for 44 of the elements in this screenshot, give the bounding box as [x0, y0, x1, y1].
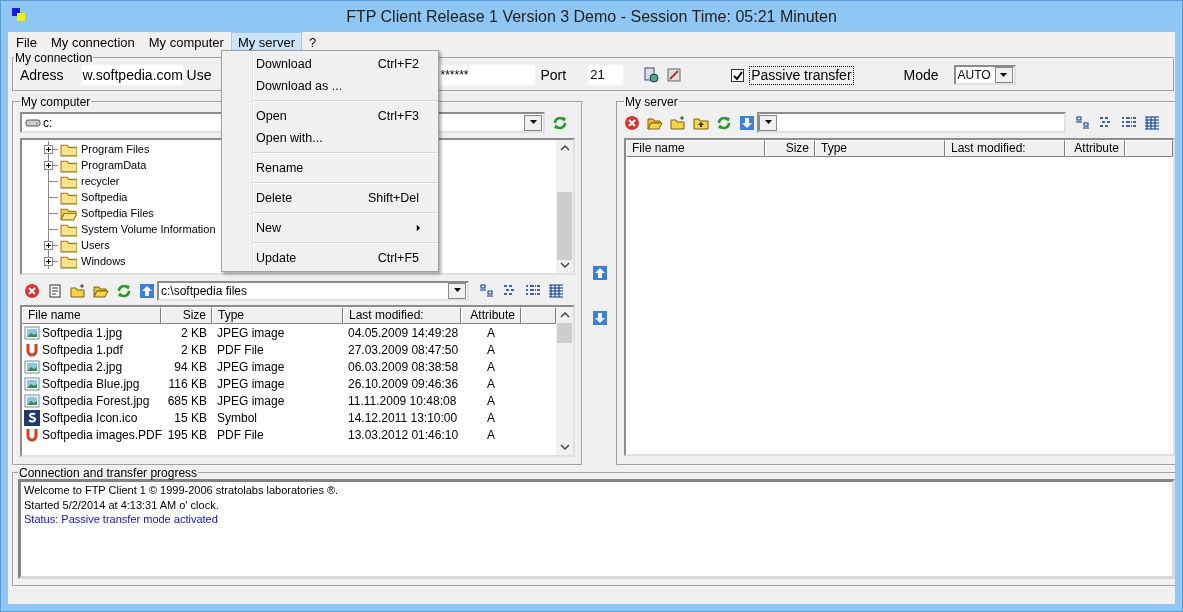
table-cell-text: 13.03.2012 01:46:10: [347, 427, 460, 442]
table-cell-text: 2 KB: [180, 325, 208, 340]
table-cell-text: A: [486, 393, 496, 408]
group-label: Connection and transfer progress: [18, 467, 199, 479]
field-label: Port: [540, 67, 567, 83]
table-cell-text: 04.05.2009 14:49:28: [347, 325, 460, 340]
field-label: Mode: [903, 67, 939, 83]
log-line: Welcome to FTP Client 1 © 1999-2006 stratolabs laboratories ®.: [24, 483, 340, 498]
table-cell-text: 26.10.2009 09:46:36: [347, 376, 460, 391]
group-label: My computer: [20, 96, 92, 108]
table-cell-text: 2 KB: [180, 342, 208, 357]
table-cell-text: 11.11.2009 10:48:08: [347, 393, 458, 408]
table-cell-text: 27.03.2009 08:47:50: [347, 342, 460, 357]
table-cell-text: PDF File: [216, 427, 265, 442]
table-cell-text: 15 KB: [173, 410, 208, 425]
table-cell-text: A: [486, 325, 496, 340]
group-label: My server: [624, 96, 679, 108]
field-label: Use: [186, 67, 212, 83]
table-cell-text: JPEG image: [216, 325, 286, 340]
window-title: FTP Client Release 1 Version 3 Demo - Session Time: 05:21 Minuten: [346, 7, 837, 26]
table-cell-text: 94 KB: [173, 359, 208, 374]
table-cell-text: A: [486, 376, 496, 391]
table-cell-text: A: [486, 410, 496, 425]
field-label: Adress: [20, 67, 64, 83]
table-cell-text: A: [486, 342, 496, 357]
log-line: Started 5/2/2014 at 4:13:31 AM o' clock.: [24, 497, 220, 512]
table-cell-text: 116 KB: [167, 376, 208, 391]
table-cell-text: JPEG image: [216, 393, 286, 408]
shortcut-label: Shift+Del: [367, 190, 419, 207]
table-cell-text: A: [486, 359, 496, 374]
log-line: Status: Passive transfer mode activated: [24, 512, 219, 527]
shortcut-label: Ctrl+F2: [377, 56, 419, 73]
table-cell-text: PDF File: [216, 342, 265, 357]
table-cell-text: JPEG image: [216, 359, 286, 374]
table-cell-text: 195 KB: [166, 427, 208, 442]
group-label: My connection: [14, 52, 94, 64]
table-cell-text: 685 KB: [166, 393, 208, 408]
table-cell-text: 14.12.2011 13:10:00: [347, 410, 459, 425]
shortcut-label: Ctrl+F3: [377, 108, 419, 125]
table-cell-text: JPEG image: [216, 376, 286, 391]
shortcut-label: Ctrl+F5: [377, 250, 419, 267]
table-cell-text: Symbol: [216, 410, 258, 425]
table-cell-text: 06.03.2009 08:38:58: [347, 359, 460, 374]
table-cell-text: A: [486, 427, 496, 442]
